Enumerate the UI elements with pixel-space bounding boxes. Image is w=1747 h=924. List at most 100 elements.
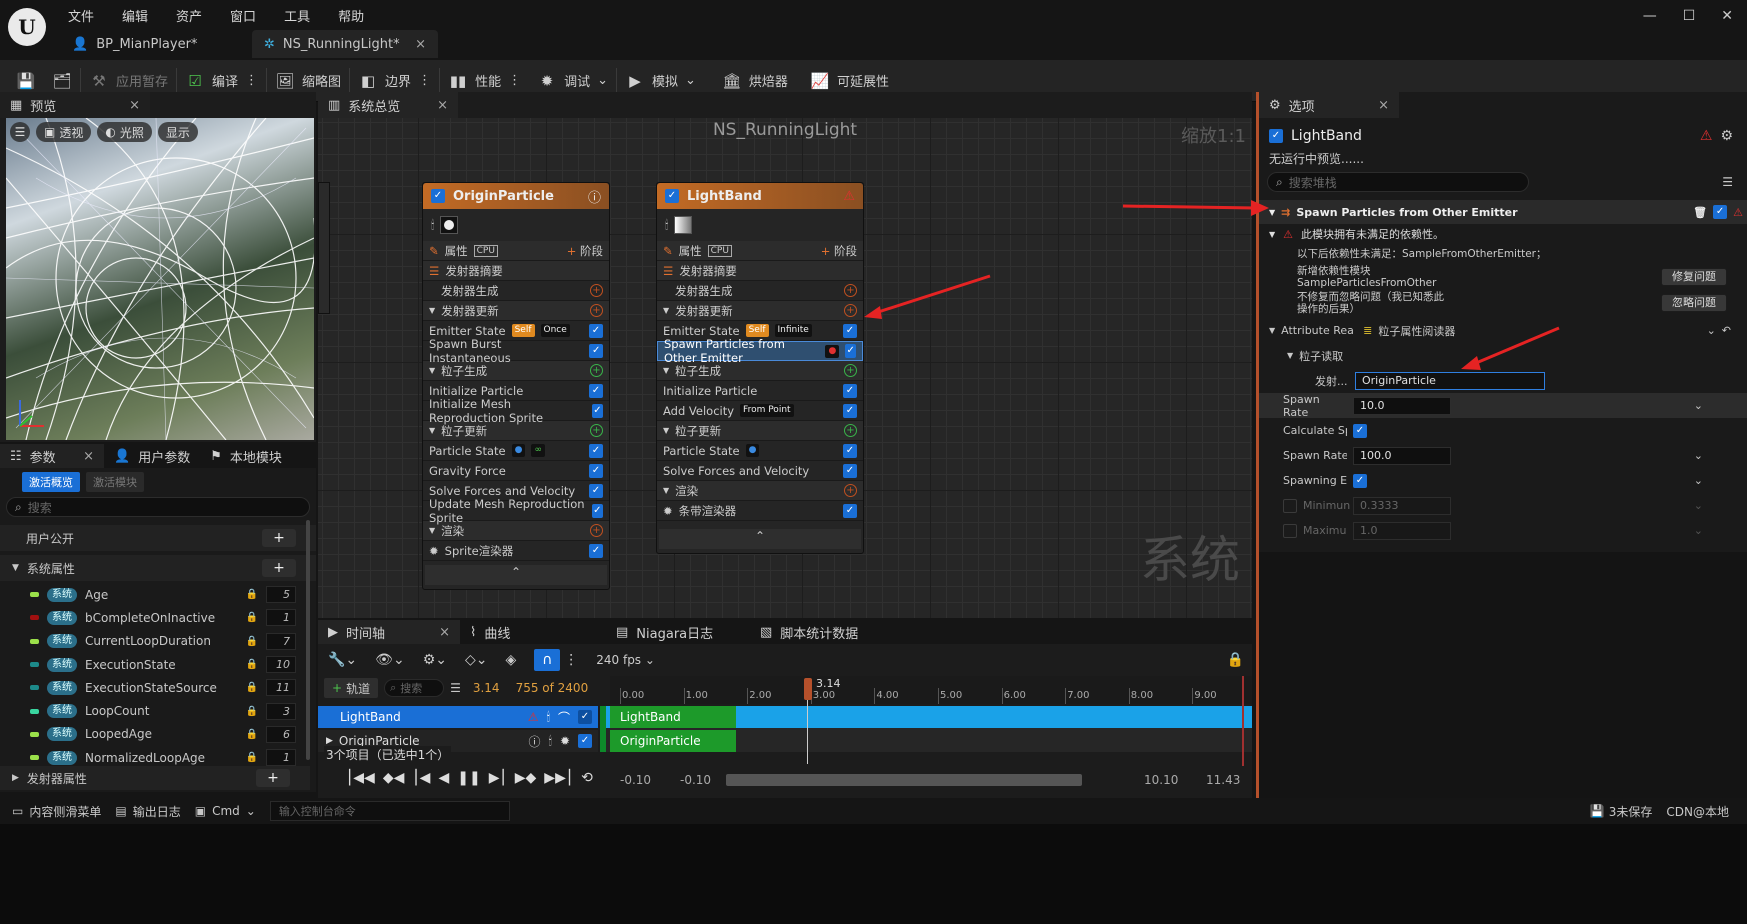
filter-icon[interactable]: ☰ xyxy=(450,681,461,695)
gear-icon[interactable]: ⚙ xyxy=(1720,128,1733,144)
module-enable-checkbox[interactable]: ✓ xyxy=(589,543,603,558)
module-enable-checkbox[interactable]: ✓ xyxy=(843,403,857,418)
show-button[interactable]: 显示 xyxy=(157,122,198,142)
more-options-icon[interactable]: ⋮ xyxy=(508,73,521,88)
step-back-icon[interactable]: ⎮◀ xyxy=(412,770,430,786)
lightband-section-bar[interactable]: LightBand xyxy=(610,706,736,728)
spawn-rate-input[interactable]: 10.0 xyxy=(1353,396,1451,415)
stage-section-row[interactable]: ▼ 发射器更新 + xyxy=(657,301,863,321)
add-module-icon[interactable]: + xyxy=(844,424,857,437)
range-start-b[interactable]: -0.10 xyxy=(680,773,711,787)
subtab-active-overview[interactable]: 激活概览 xyxy=(22,472,80,492)
param-row[interactable]: 系统 LoopCount 🔒 3 xyxy=(0,699,316,722)
system-overview-tab[interactable]: ▥ 系统总览 × xyxy=(318,92,458,118)
module-row[interactable]: Initialize Mesh Reproduction Sprite ✓ xyxy=(423,397,609,425)
magnet-icon[interactable]: ∩ xyxy=(534,649,561,671)
calculate-spawn-row[interactable]: Calculate Spa ✓ xyxy=(1259,418,1747,443)
material-thumbnail-icon[interactable] xyxy=(674,216,693,234)
module-row[interactable]: 发射器生成 + xyxy=(657,281,863,301)
chevron-down-icon[interactable]: ▼ xyxy=(663,366,669,375)
enable-checkbox[interactable]: ✓ xyxy=(431,189,445,203)
gear-icon[interactable]: ⚙⌄ xyxy=(423,652,447,668)
tab-local-modules[interactable]: ⚑ 本地模块 xyxy=(200,444,292,468)
maximum-checkbox[interactable] xyxy=(1283,523,1297,538)
add-module-icon[interactable]: + xyxy=(590,424,603,437)
jump-start-icon[interactable]: ⎮◀◀ xyxy=(346,770,375,786)
snap-icon[interactable]: ◈ xyxy=(505,652,516,668)
spawn-rate-f-input[interactable]: 100.0 xyxy=(1353,446,1451,465)
module-row[interactable]: 发射器生成 + xyxy=(423,281,609,301)
emitter-node-lightband[interactable]: ✓ LightBand ⚠ 🕯 ✎ 属性 CPU + 阶段 ☰ 发射器摘要 发射器生… xyxy=(656,182,864,554)
chevron-down-icon[interactable]: ▼ xyxy=(429,426,435,435)
maximize-icon[interactable]: ☐ xyxy=(1683,8,1696,24)
menu-help[interactable]: 帮助 xyxy=(338,6,364,25)
loop-icon[interactable]: ⟲ xyxy=(581,770,593,786)
properties-row[interactable]: ✎ 属性 CPU + 阶段 xyxy=(423,241,609,261)
module-enable-checkbox[interactable]: ✓ xyxy=(589,383,603,398)
current-time-value[interactable]: 3.14 xyxy=(473,681,500,695)
module-header[interactable]: ▼ ⇉ Spawn Particles from Other Emitter 🗑… xyxy=(1259,200,1747,224)
track-search-input[interactable]: ⌕ 搜索 xyxy=(384,679,445,697)
user-exposed-header[interactable]: 用户公开 + xyxy=(0,525,316,551)
module-enable-checkbox[interactable]: ✓ xyxy=(843,383,857,398)
add-module-icon[interactable]: + xyxy=(844,284,857,297)
play-reverse-icon[interactable]: ◀ xyxy=(438,770,449,786)
param-row[interactable]: 系统 ExecutionStateSource 🔒 11 xyxy=(0,676,316,699)
eye-icon[interactable]: 👁⌄ xyxy=(375,652,405,668)
add-icon[interactable]: + xyxy=(262,559,296,577)
more-options-icon[interactable]: ⋮ xyxy=(245,73,258,88)
add-module-icon[interactable]: + xyxy=(844,484,857,497)
module-enable-checkbox[interactable]: ✓ xyxy=(843,443,857,458)
unreal-logo-icon[interactable]: U xyxy=(8,8,46,46)
close-tab-icon[interactable]: × xyxy=(83,449,94,464)
add-module-icon[interactable]: + xyxy=(844,304,857,317)
close-tab-icon[interactable]: × xyxy=(129,98,140,113)
menu-file[interactable]: 文件 xyxy=(68,6,94,25)
more-options-icon[interactable]: ⋮ xyxy=(418,73,431,88)
close-tab-icon[interactable]: × xyxy=(439,625,450,640)
preview-tab[interactable]: ▦ 预览 × xyxy=(0,92,150,118)
close-tab-icon[interactable]: × xyxy=(415,37,426,52)
chevron-down-icon[interactable]: ⌄ xyxy=(1707,324,1716,337)
chevron-down-icon[interactable]: ⌄ xyxy=(1694,399,1703,412)
minimize-icon[interactable]: — xyxy=(1643,8,1657,24)
params-search[interactable]: ⌕ 搜索 xyxy=(6,497,310,517)
tab-curves[interactable]: ⌇ 曲线 xyxy=(460,620,606,644)
ignore-issue-button[interactable]: 忽略问题 xyxy=(1661,294,1727,312)
module-row[interactable]: ✹ Sprite渲染器 ✓ xyxy=(423,541,609,561)
timeline-scrollbar[interactable] xyxy=(726,774,1082,786)
node-header[interactable]: ✓ OriginParticle ⓘ xyxy=(423,183,609,209)
module-row[interactable]: Update Mesh Reproduction Sprite ✓ xyxy=(423,497,609,525)
node-header[interactable]: ✓ LightBand ⚠ xyxy=(657,183,863,209)
module-enable-checkbox[interactable]: ✓ xyxy=(843,323,857,338)
delete-icon[interactable]: 🗑 xyxy=(1693,206,1707,219)
module-row[interactable]: ✹ 条带渲染器 ✓ xyxy=(657,501,863,521)
stage-section-row[interactable]: ▼ 粒子更新 + xyxy=(657,421,863,441)
content-drawer-button[interactable]: ▭ 内容侧滑菜单 xyxy=(12,803,101,820)
perspective-button[interactable]: ▣ 透视 xyxy=(36,122,92,142)
preview-viewport[interactable]: ☰ ▣ 透视 ◐ 光照 显示 xyxy=(6,118,314,440)
chevron-down-icon[interactable]: ▼ xyxy=(429,526,435,535)
info-icon[interactable]: ⓘ xyxy=(588,187,601,206)
module-enable-checkbox[interactable]: ✓ xyxy=(843,503,857,518)
chevron-down-icon[interactable]: ▼ xyxy=(663,486,669,495)
spawning-enabled-row[interactable]: Spawning Ena ✓ ⌄ xyxy=(1259,468,1747,493)
add-stage-button[interactable]: + 阶段 xyxy=(821,243,857,259)
tab-user-parameters[interactable]: 👤 用户参数 xyxy=(104,444,201,468)
material-thumbnail-icon[interactable] xyxy=(440,216,459,234)
module-row[interactable]: Initialize Particle ✓ xyxy=(657,381,863,401)
add-module-icon[interactable]: + xyxy=(590,304,603,317)
add-module-icon[interactable]: + xyxy=(590,364,603,377)
menu-edit[interactable]: 编辑 xyxy=(122,6,148,25)
tab-parameters[interactable]: ☷ 参数 × xyxy=(0,444,104,468)
module-enable-checkbox[interactable]: ✓ xyxy=(589,323,603,338)
unsaved-button[interactable]: 💾 3未保存 xyxy=(1590,803,1653,820)
stage-section-row[interactable]: ☰ 发射器摘要 xyxy=(657,261,863,281)
fps-dropdown[interactable]: 240 fps ⌄ xyxy=(596,653,655,667)
stack-search-input[interactable]: ⌕ 搜索堆栈 xyxy=(1267,172,1529,192)
collapse-node-button[interactable]: ⌃ xyxy=(659,529,861,549)
chevron-down-icon[interactable]: ⌄ xyxy=(1694,449,1703,462)
add-track-button[interactable]: + 轨道 xyxy=(324,678,379,698)
filter-icon[interactable]: ☰ xyxy=(1722,175,1733,189)
chevron-down-icon[interactable]: ▼ xyxy=(663,426,669,435)
